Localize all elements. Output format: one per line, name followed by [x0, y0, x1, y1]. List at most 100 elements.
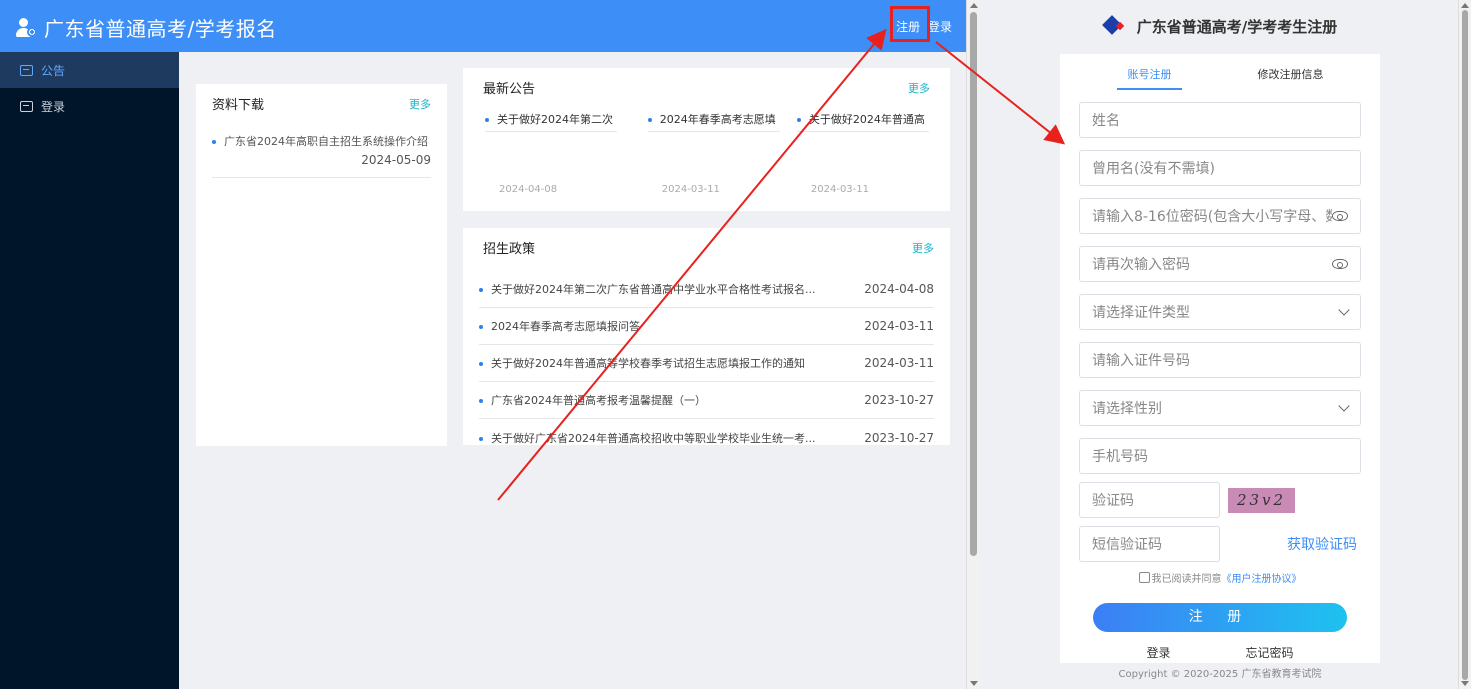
former-name-placeholder: 曾用名(没有不需填) [1092, 161, 1215, 177]
policy-item-title[interactable]: 关于做好广东省2024年普通高校招收中等职业学校毕业生统一考... [491, 432, 815, 445]
scroll-down-icon[interactable] [1461, 681, 1469, 686]
captcha-row: 验证码 23v2 [1079, 482, 1361, 518]
top-header-bar: 广东省普通高考/学考报名 注册 登录 [0, 0, 966, 52]
policy-more-link[interactable]: 更多 [912, 240, 934, 256]
user-add-icon [16, 17, 38, 39]
name-field[interactable]: 姓名 [1079, 102, 1361, 138]
scroll-thumb[interactable] [970, 12, 977, 556]
list-item[interactable]: 2024年春季高考志愿填报问答 2024-03-11 [479, 308, 934, 345]
download-date: 2024-05-09 [361, 153, 431, 167]
bullet-icon [647, 118, 652, 122]
login-link[interactable]: 登录 [928, 20, 952, 34]
news-item-title[interactable]: 2024年春季高考志愿填 [660, 113, 776, 126]
gender-select[interactable]: 请选择性别 [1079, 390, 1361, 426]
password-confirm-placeholder: 请再次输入密码 [1092, 257, 1190, 273]
gender-placeholder: 请选择性别 [1092, 401, 1162, 417]
register-submit-button[interactable]: 注 册 [1093, 603, 1347, 632]
exam-authority-logo-icon [1101, 14, 1127, 38]
news-more-link[interactable]: 更多 [908, 80, 930, 96]
right-scrollbar[interactable] [1458, 0, 1471, 689]
sms-code-field[interactable]: 短信验证码 [1079, 526, 1220, 562]
phone-placeholder: 手机号码 [1092, 449, 1148, 465]
id-number-placeholder: 请输入证件号码 [1092, 353, 1190, 369]
registration-form-card: 账号注册 修改注册信息 姓名 曾用名(没有不需填) 请输入8-16位密码(包含大… [1060, 54, 1380, 663]
scroll-thumb[interactable] [1462, 10, 1468, 680]
id-number-field[interactable]: 请输入证件号码 [1079, 342, 1361, 378]
policy-item-date: 2023-10-27 [864, 393, 934, 407]
bullet-icon [479, 288, 483, 292]
policy-item-date: 2024-03-11 [864, 319, 934, 333]
sms-row: 短信验证码 获取验证码 [1079, 526, 1361, 562]
id-type-select[interactable]: 请选择证件类型 [1079, 294, 1361, 330]
downloads-more-link[interactable]: 更多 [409, 96, 431, 112]
copyright: Copyright © 2020-2025 广东省教育考试院 [1118, 669, 1322, 680]
bullet-icon [485, 118, 489, 122]
captcha-field[interactable]: 验证码 [1079, 482, 1220, 518]
policy-item-date: 2023-10-27 [864, 430, 934, 445]
news-title: 最新公告 [483, 82, 536, 97]
list-item[interactable]: 关于做好2024年普通高等学校春季考试招生志愿填报工作的通知 2024-03-1… [479, 345, 934, 382]
right-browser-window: 广东省普通高考/学考考生注册 账号注册 修改注册信息 姓名 曾用名(没有不需填)… [980, 0, 1471, 689]
policy-item-date: 2024-03-11 [864, 356, 934, 370]
news-item-title[interactable]: 关于做好2024年普通高 [809, 113, 925, 126]
admission-policy-card: 招生政策 更多 关于做好2024年第二次广东省普通高中学业水平合格性考试报名..… [463, 228, 950, 445]
sidebar: 公告 登录 [0, 52, 179, 689]
tab-modify-info[interactable]: 修改注册信息 [1220, 54, 1361, 90]
sidebar-item-announcements[interactable]: 公告 [0, 52, 179, 88]
register-highlight-box [890, 6, 930, 42]
site-title: 广东省普通高考/学考报名 [44, 17, 277, 41]
policy-list: 关于做好2024年第二次广东省普通高中学业水平合格性考试报名... 2024-0… [479, 271, 934, 456]
user-agreement-link[interactable]: 《用户注册协议》 [1222, 570, 1302, 585]
left-scrollbar[interactable] [966, 0, 980, 689]
get-sms-code-button[interactable]: 获取验证码 [1287, 534, 1357, 554]
tab-account-register[interactable]: 账号注册 [1079, 54, 1220, 90]
scroll-up-icon[interactable] [970, 3, 978, 8]
bullet-icon [479, 362, 483, 366]
policy-item-title[interactable]: 关于做好2024年第二次广东省普通高中学业水平合格性考试报名... [491, 283, 815, 296]
list-item[interactable]: 关于做好广东省2024年普通高校招收中等职业学校毕业生统一考... 2023-1… [479, 419, 934, 456]
agreement-row: 我已阅读并同意 《用户注册协议》 [1079, 570, 1361, 585]
downloads-title: 资料下载 [212, 98, 265, 113]
captcha-image[interactable]: 23v2 [1228, 487, 1295, 513]
left-browser-window: 广东省普通高考/学考报名 注册 登录 公告 登录 资料下载 更多 广东省2024… [0, 0, 980, 689]
list-item[interactable]: 广东省2024年高职自主招生系统操作介绍 2024-05-09 [212, 133, 431, 178]
forgot-password-link[interactable]: 忘记密码 [1245, 644, 1293, 661]
latest-news-card: 最新公告 更多 关于做好2024年第二次 2024-04-08 2024年春季高… [463, 68, 950, 211]
policy-item-title[interactable]: 广东省2024年普通高考报考温馨提醒（一） [491, 394, 706, 407]
phone-field[interactable]: 手机号码 [1079, 438, 1361, 474]
download-title[interactable]: 广东省2024年高职自主招生系统操作介绍 [224, 135, 428, 148]
bullet-icon [479, 399, 483, 403]
list-item[interactable]: 广东省2024年普通高考报考温馨提醒（一） 2023-10-27 [479, 382, 934, 419]
bullet-icon [479, 325, 483, 329]
downloads-card: 资料下载 更多 广东省2024年高职自主招生系统操作介绍 2024-05-09 [196, 84, 447, 446]
scroll-down-icon[interactable] [970, 681, 978, 686]
bullet-icon [212, 140, 216, 144]
password-confirm-field[interactable]: 请再次输入密码 [1079, 246, 1361, 282]
agree-checkbox[interactable] [1138, 572, 1150, 583]
registration-tabs: 账号注册 修改注册信息 [1079, 54, 1361, 90]
password-placeholder: 请输入8-16位密码(包含大小写字母、数字和特殊字符) [1092, 209, 1332, 225]
login-link[interactable]: 登录 [1146, 644, 1170, 661]
policy-item-title[interactable]: 关于做好2024年普通高等学校春季考试招生志愿填报工作的通知 [491, 357, 805, 370]
news-item[interactable]: 关于做好2024年普通高 2024-03-11 [781, 111, 930, 195]
agree-text: 我已阅读并同意 [1151, 574, 1222, 585]
eye-icon[interactable] [1332, 259, 1348, 269]
sidebar-item-label: 登录 [41, 99, 66, 114]
bottom-links: 登录 忘记密码 [1079, 644, 1361, 661]
scroll-up-icon[interactable] [1461, 3, 1469, 8]
news-item[interactable]: 关于做好2024年第二次 2024-04-08 [483, 111, 632, 195]
policy-item-title[interactable]: 2024年春季高考志愿填报问答 [491, 320, 640, 333]
sidebar-item-login[interactable]: 登录 [0, 88, 179, 124]
password-field[interactable]: 请输入8-16位密码(包含大小写字母、数字和特殊字符) [1079, 198, 1361, 234]
former-name-field[interactable]: 曾用名(没有不需填) [1079, 150, 1361, 186]
news-item[interactable]: 2024年春季高考志愿填 2024-03-11 [632, 111, 781, 195]
bullet-icon [796, 118, 801, 122]
policy-title: 招生政策 [483, 242, 536, 257]
name-placeholder: 姓名 [1092, 113, 1120, 129]
eye-icon[interactable] [1332, 211, 1348, 221]
list-item[interactable]: 关于做好2024年第二次广东省普通高中学业水平合格性考试报名... 2024-0… [479, 271, 934, 308]
register-header: 广东省普通高考/学考考生注册 [980, 14, 1460, 38]
news-item-title[interactable]: 关于做好2024年第二次 [497, 113, 613, 126]
captcha-placeholder: 验证码 [1092, 493, 1134, 509]
news-item-date: 2024-03-11 [661, 184, 720, 195]
